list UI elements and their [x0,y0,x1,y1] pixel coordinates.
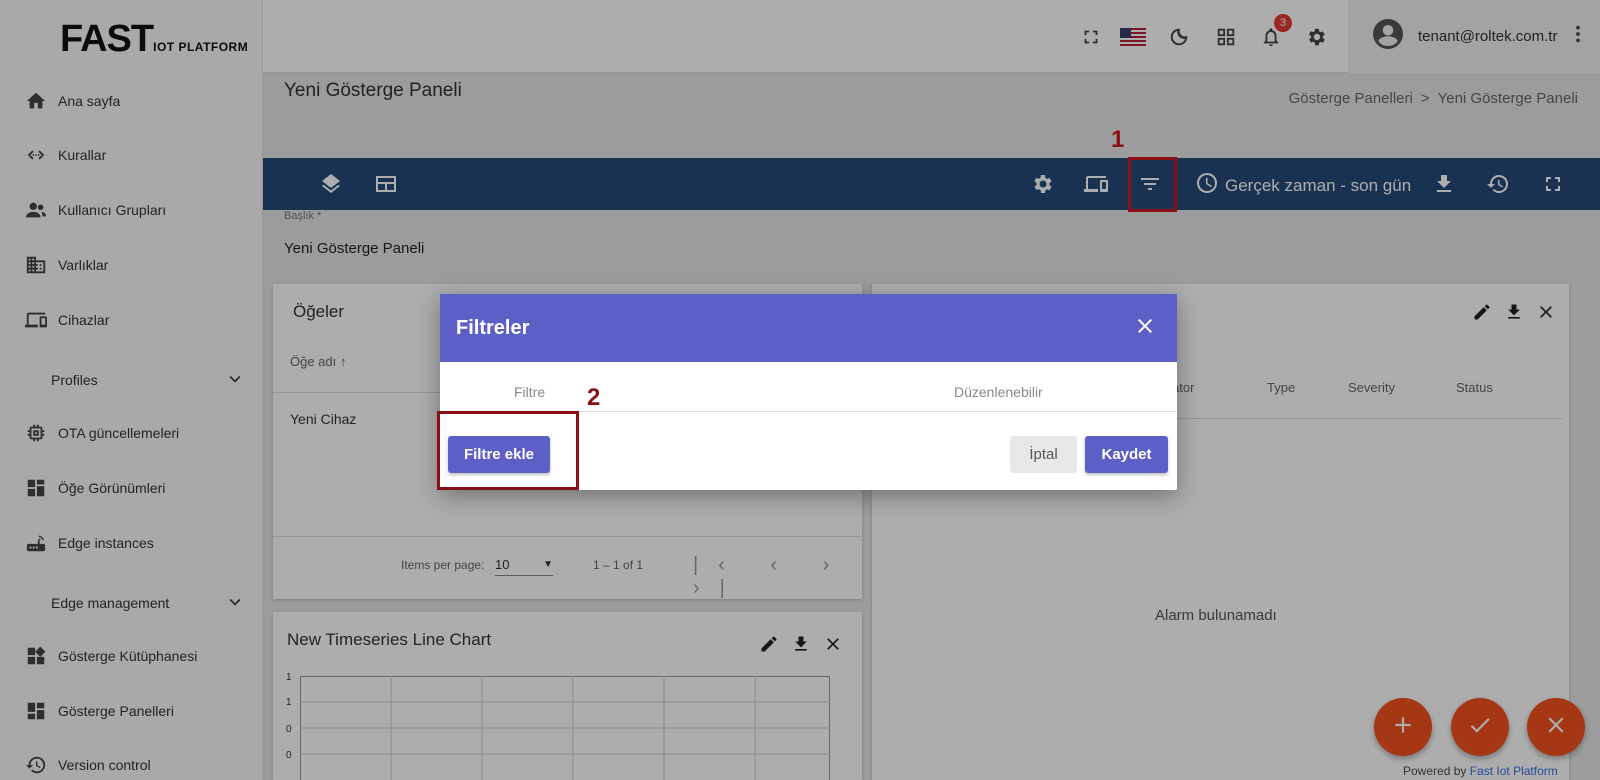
column-header-editable: Düzenlenebilir [954,384,1043,400]
annotation-step-1: 1 [1111,126,1125,153]
close-icon[interactable] [1133,314,1157,343]
dialog-header: Filtreler [440,294,1177,362]
save-button[interactable]: Kaydet [1085,436,1168,473]
powered-by-link[interactable]: Fast Iot Platform [1470,764,1558,778]
annotation-highlight-add-filter [437,411,579,490]
dialog-title: Filtreler [456,316,530,339]
annotation-step-2: 2 [587,384,601,411]
cancel-button[interactable]: İptal [1010,436,1077,473]
powered-by: Powered by Fast Iot Platform [1403,764,1558,778]
filters-table-header: Filtre Düzenlenebilir [440,362,1177,412]
annotation-highlight-filter [1128,157,1177,212]
column-header-filter: Filtre [514,384,546,400]
